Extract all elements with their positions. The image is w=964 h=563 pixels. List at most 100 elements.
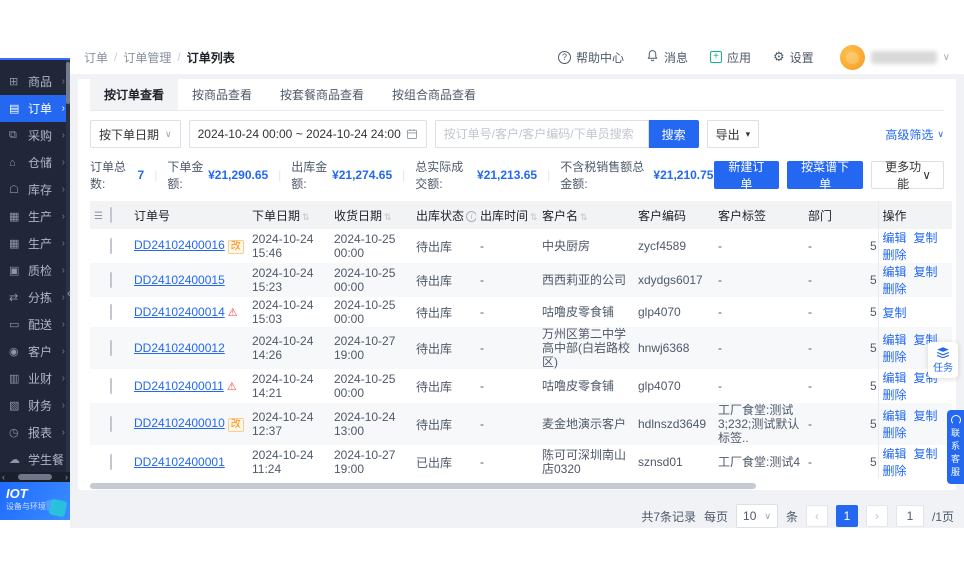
breadcrumb-item[interactable]: 订单管理 — [123, 49, 171, 66]
delete-link[interactable]: 删除 — [883, 464, 907, 478]
edit-link[interactable]: 编辑 — [883, 333, 907, 347]
summary-buttons: 新建订单 按菜谱下单 更多功能 ∨ — [713, 160, 945, 191]
order-link[interactable]: DD24102400011 — [134, 379, 224, 393]
topbar-action-apps[interactable]: + 应用 — [709, 49, 751, 66]
tab-按订单查看[interactable]: 按订单查看 — [90, 79, 179, 110]
table-horizontal-scrollbar[interactable] — [90, 482, 944, 490]
customer-cell: 咕噜皮零食铺 — [538, 369, 634, 403]
order-link[interactable]: DD24102400016 — [134, 238, 225, 252]
export-button[interactable]: 导出 ▾ — [706, 120, 760, 148]
support-float-button[interactable]: 联系客服 — [947, 410, 964, 484]
select-all-header[interactable] — [106, 201, 130, 229]
delete-link[interactable]: 删除 — [883, 388, 907, 402]
sidebar-collapse-icon[interactable]: ‹ — [67, 286, 71, 300]
copy-link[interactable]: 复制 — [914, 409, 938, 423]
new-order-button[interactable]: 新建订单 — [713, 160, 780, 191]
user-menu[interactable]: ∨ — [839, 44, 950, 70]
row-checkbox[interactable] — [110, 238, 112, 254]
sidebar-item-生产[interactable]: ▦ 生产 › — [0, 203, 70, 230]
copy-link[interactable]: 复制 — [914, 447, 938, 461]
delete-link[interactable]: 删除 — [883, 350, 907, 364]
sidebar-item-库存[interactable]: ☖ 库存 › — [0, 176, 70, 203]
iot-banner[interactable]: IOT 设备与环境 — [0, 482, 70, 520]
sort-icon[interactable]: ⇅ — [384, 212, 392, 222]
sidebar-item-学生餐[interactable]: ☁ 学生餐 — [0, 446, 70, 472]
breadcrumb-item[interactable]: 订单 — [84, 49, 108, 66]
select-all-checkbox[interactable] — [110, 207, 112, 223]
sidebar-horizontal-scrollbar[interactable]: ‹ › — [0, 472, 70, 482]
table-scroll-thumb[interactable] — [90, 483, 757, 489]
copy-link[interactable]: 复制 — [914, 231, 938, 245]
topbar-action-messages[interactable]: 消息 — [646, 49, 688, 66]
row-select-cell[interactable] — [106, 263, 130, 297]
copy-link[interactable]: 复制 — [883, 306, 907, 320]
edit-link[interactable]: 编辑 — [883, 447, 907, 461]
sidebar-item-分拣[interactable]: ⇄ 分拣 › — [0, 284, 70, 311]
sidebar-item-财务[interactable]: ▧ 财务 › — [0, 392, 70, 419]
search-input[interactable] — [443, 127, 640, 141]
order-link[interactable]: DD24102400010 — [134, 416, 225, 430]
row-checkbox[interactable] — [110, 454, 112, 470]
next-page-button[interactable]: › — [865, 505, 888, 527]
row-checkbox[interactable] — [110, 416, 112, 432]
row-checkbox[interactable] — [110, 304, 112, 320]
page-size-select[interactable]: 10 ∨ — [736, 504, 778, 528]
row-checkbox[interactable] — [110, 272, 112, 288]
row-checkbox[interactable] — [110, 378, 112, 394]
advanced-filter-toggle[interactable]: 高级筛选 ∨ — [885, 126, 944, 143]
edit-link[interactable]: 编辑 — [883, 371, 907, 385]
sidebar-item-报表[interactable]: ◷ 报表 › — [0, 419, 70, 446]
sort-icon[interactable]: ⇅ — [302, 212, 310, 222]
row-select-cell[interactable] — [106, 297, 130, 327]
sidebar-item-商品[interactable]: ⊞ 商品 › — [0, 68, 70, 95]
column-settings-header[interactable]: ☰ — [90, 201, 106, 229]
sort-icon[interactable]: ⇅ — [530, 212, 538, 222]
col-header: 客户名 ⇅ — [538, 201, 634, 229]
search-button[interactable]: 搜索 — [648, 120, 699, 148]
tab-按商品查看[interactable]: 按商品查看 — [178, 79, 266, 110]
row-select-cell[interactable] — [106, 445, 130, 479]
date-type-select[interactable]: 按下单日期 ∨ — [90, 120, 181, 148]
order-link[interactable]: DD24102400001 — [134, 455, 225, 469]
tab-按组合商品查看[interactable]: 按组合商品查看 — [378, 79, 490, 110]
sidebar-item-仓储[interactable]: ⌂ 仓储 › — [0, 149, 70, 176]
tab-按套餐商品查看[interactable]: 按套餐商品查看 — [266, 79, 378, 110]
sidebar-item-生产[interactable]: ▦ 生产 › — [0, 230, 70, 257]
delete-link[interactable]: 删除 — [883, 248, 907, 262]
scroll-left-icon[interactable]: ‹ — [2, 472, 5, 482]
order-link[interactable]: DD24102400015 — [134, 273, 225, 287]
tasks-float-button[interactable]: 任务 — [928, 342, 958, 378]
edit-link[interactable]: 编辑 — [883, 265, 907, 279]
delete-link[interactable]: 删除 — [883, 426, 907, 440]
order-by-recipe-button[interactable]: 按菜谱下单 — [787, 160, 863, 191]
sidebar-item-业财[interactable]: ▥ 业财 › — [0, 365, 70, 392]
row-select-cell[interactable] — [106, 229, 130, 263]
sidebar-item-客户[interactable]: ◉ 客户 › — [0, 338, 70, 365]
row-checkbox[interactable] — [110, 340, 112, 356]
delete-link[interactable]: 删除 — [883, 282, 907, 296]
row-select-cell[interactable] — [106, 403, 130, 445]
edit-link[interactable]: 编辑 — [883, 231, 907, 245]
date-range-input[interactable]: 2024-10-24 00:00 ~ 2024-10-24 24:00 — [188, 120, 427, 148]
row-select-cell[interactable] — [106, 327, 130, 369]
prev-page-button[interactable]: ‹ — [805, 505, 828, 527]
sidebar-item-订单[interactable]: ▤ 订单 › — [0, 95, 70, 122]
column-settings-icon[interactable]: ☰ — [94, 211, 103, 222]
current-page-button[interactable]: 1 — [835, 505, 858, 527]
edit-link[interactable]: 编辑 — [883, 409, 907, 423]
order-link[interactable]: DD24102400012 — [134, 341, 225, 355]
scroll-right-icon[interactable]: › — [65, 472, 68, 482]
sidebar-item-采购[interactable]: ⧉ 采购 › — [0, 122, 70, 149]
order-link[interactable]: DD24102400014 — [134, 305, 225, 319]
sidebar-item-质检[interactable]: ▣ 质检 › — [0, 257, 70, 284]
row-select-cell[interactable] — [106, 369, 130, 403]
copy-link[interactable]: 复制 — [914, 265, 938, 279]
scroll-thumb[interactable] — [18, 474, 52, 480]
sort-icon[interactable]: ⇅ — [580, 212, 588, 222]
topbar-action-settings[interactable]: ⚙ 设置 — [773, 49, 814, 66]
topbar-action-help-center[interactable]: ? 帮助中心 — [557, 49, 624, 66]
more-functions-button[interactable]: 更多功能 ∨ — [870, 160, 945, 191]
sidebar-item-配送[interactable]: ▭ 配送 › — [0, 311, 70, 338]
layers-icon — [936, 346, 950, 358]
page-jump-input[interactable]: 1 — [895, 505, 924, 527]
